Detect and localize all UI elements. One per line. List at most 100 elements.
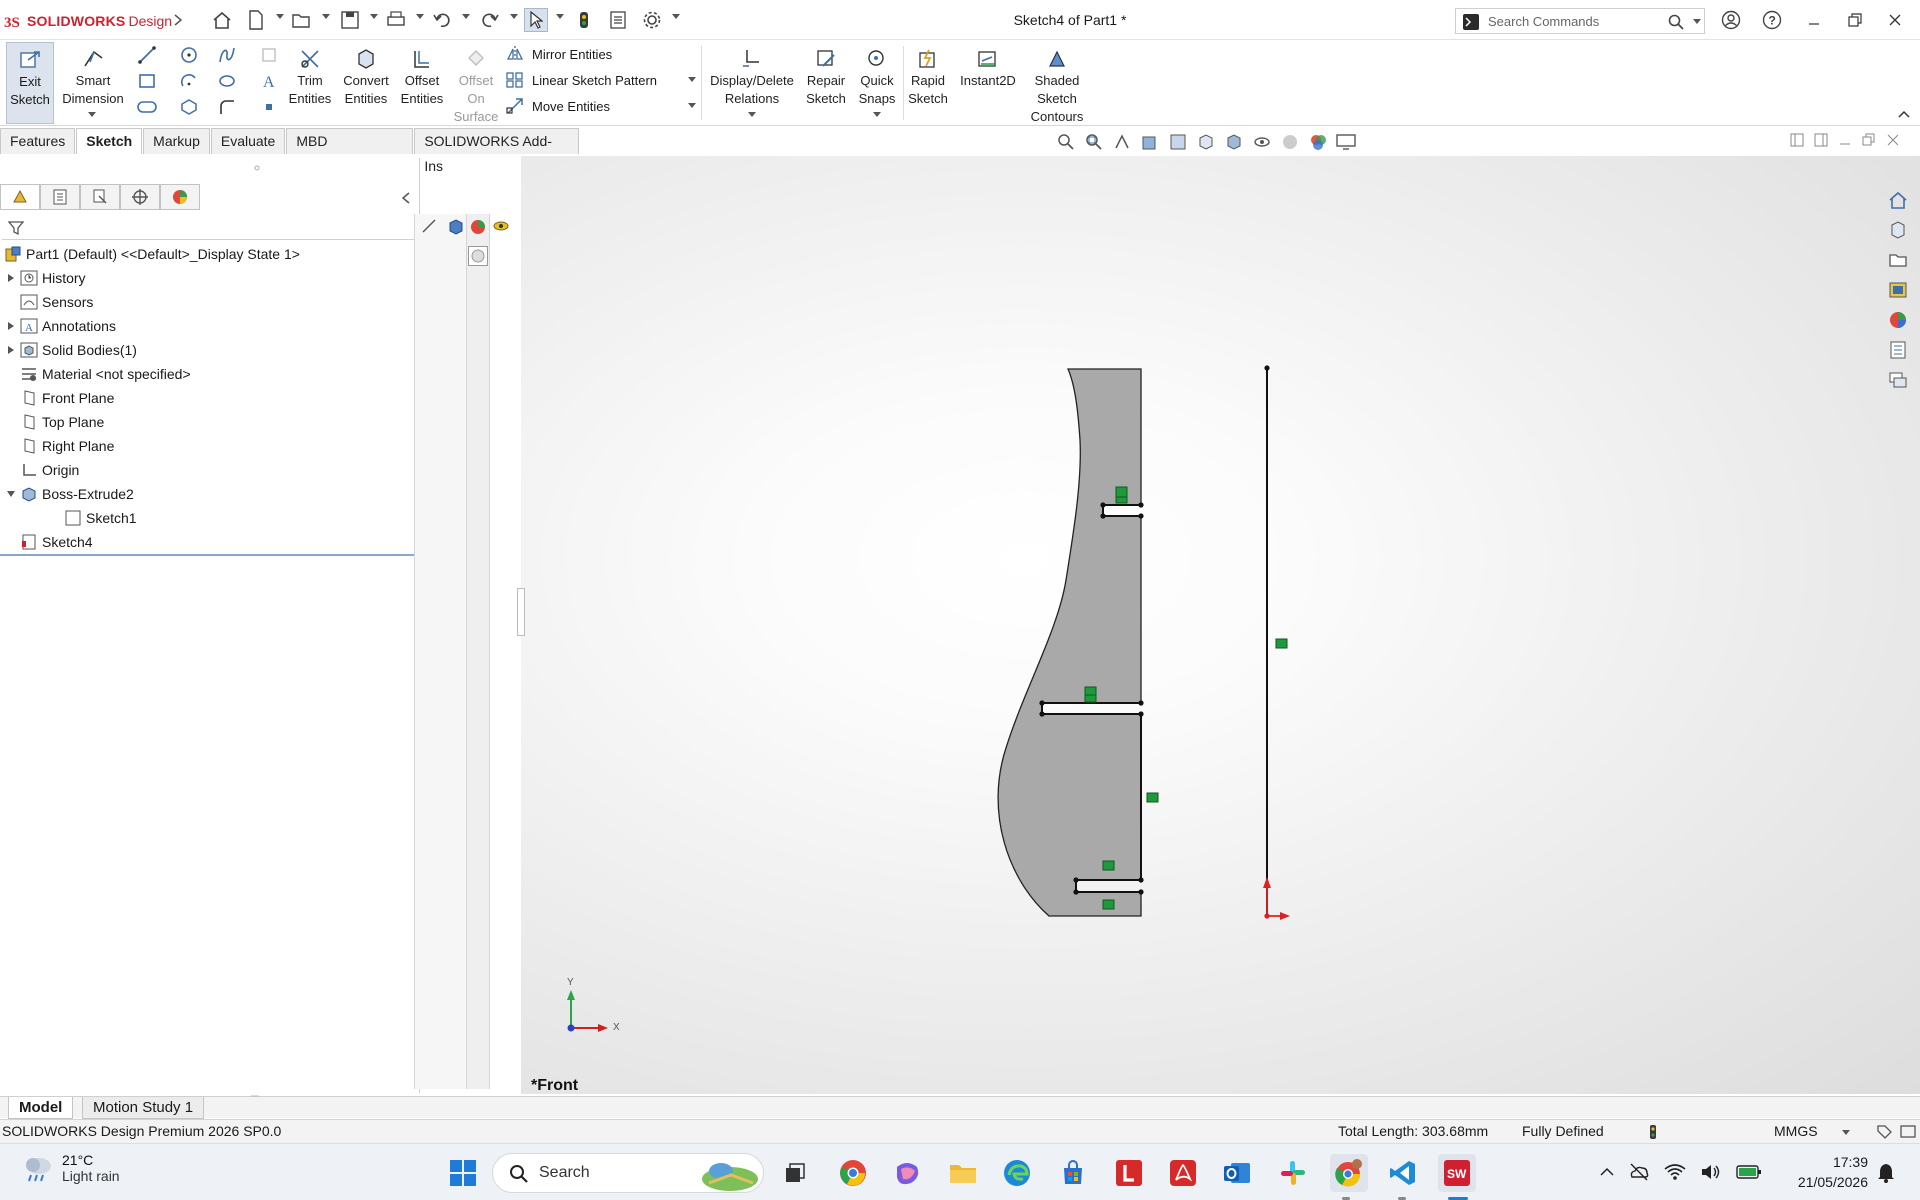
tag-icon[interactable]	[1876, 1124, 1892, 1140]
sketch-origin-icon[interactable]	[1263, 877, 1290, 920]
undo-dropdown-icon[interactable]	[462, 14, 470, 22]
rollback-bar[interactable]	[0, 554, 414, 556]
fillet-icon[interactable]	[216, 96, 238, 118]
microsoft-store-icon[interactable]	[1054, 1154, 1092, 1192]
slot-bottom[interactable]	[1075, 879, 1141, 893]
tree-node[interactable]: Sensors	[0, 290, 412, 314]
slack-icon[interactable]	[1274, 1154, 1312, 1192]
view-settings-icon[interactable]	[1335, 131, 1357, 153]
configuration-manager-tab-icon[interactable]	[80, 184, 120, 210]
search-icon[interactable]	[1668, 14, 1684, 30]
new-document-icon[interactable]	[244, 8, 268, 32]
dynamic-annotation-icon[interactable]	[1167, 131, 1189, 153]
minimize-icon[interactable]	[1797, 6, 1831, 34]
notifications-bell-icon[interactable]	[1876, 1162, 1896, 1184]
collapse-panel-icon[interactable]	[396, 188, 416, 208]
show-hidden-icons-icon[interactable]	[1600, 1167, 1614, 1177]
restore-icon[interactable]	[1838, 6, 1872, 34]
taskbar-search-box[interactable]: Search	[492, 1153, 764, 1193]
appearance-column-icon[interactable]	[469, 218, 487, 236]
open-dropdown-icon[interactable]	[322, 14, 330, 22]
view-palette-icon[interactable]	[1884, 276, 1912, 304]
tile-left-icon[interactable]	[1790, 133, 1804, 147]
shaded-sketch-contours-button[interactable]: Shaded Sketch Contours	[1024, 42, 1090, 126]
solidworks-logo[interactable]: 3S SOLIDWORKS Design	[4, 10, 172, 32]
splitter-grip-icon[interactable]	[250, 1093, 260, 1099]
collapse-arrow-icon[interactable]	[4, 487, 18, 501]
units-dropdown-icon[interactable]	[1842, 1130, 1850, 1136]
display-delete-relations-button[interactable]: Display/Delete Relations	[706, 42, 798, 108]
hide-show-items-icon[interactable]	[1251, 131, 1273, 153]
offset-on-surface-button[interactable]: Offset On Surface	[452, 42, 500, 126]
start-button-icon[interactable]	[444, 1154, 482, 1192]
onedrive-off-icon[interactable]	[1628, 1162, 1650, 1182]
convert-entities-button[interactable]: Convert Entities	[338, 42, 394, 108]
property-manager-tab-icon[interactable]	[40, 184, 80, 210]
home-icon[interactable]	[210, 8, 234, 32]
custom-properties-icon[interactable]	[1884, 336, 1912, 364]
sketch-profile[interactable]	[997, 368, 1142, 917]
undo-icon[interactable]	[430, 8, 454, 32]
move-entities-button[interactable]: Move Entities	[506, 95, 610, 117]
tree-filter[interactable]	[2, 216, 416, 240]
quick-snaps-button[interactable]: Quick Snaps	[854, 42, 900, 108]
exit-sketch-button[interactable]: Exit Sketch	[6, 42, 54, 124]
offset-entities-button[interactable]: Offset Entities	[396, 42, 448, 108]
rebuild-status-icon[interactable]	[1649, 1124, 1657, 1140]
point-icon[interactable]	[258, 96, 280, 118]
panel-splitter-handle[interactable]	[517, 588, 525, 636]
tab-features[interactable]: Features	[0, 128, 76, 154]
weather-widget[interactable]: 21°C Light rain	[22, 1152, 120, 1184]
slot-middle[interactable]	[1041, 702, 1141, 715]
help-icon[interactable]: ?	[1755, 6, 1789, 34]
tree-node[interactable]: A Annotations	[0, 314, 412, 338]
rapid-sketch-button[interactable]: Rapid Sketch	[906, 42, 950, 108]
tree-node[interactable]: Top Plane	[0, 410, 434, 434]
solidworks-taskbar-icon[interactable]: SW	[1438, 1154, 1476, 1192]
ellipse-icon[interactable]	[216, 70, 238, 92]
display-manager-tab-icon[interactable]	[160, 184, 200, 210]
tab-evaluate[interactable]: Evaluate	[210, 128, 286, 154]
quick-snaps-dropdown-icon[interactable]	[873, 112, 881, 118]
task-view-icon[interactable]	[776, 1154, 814, 1192]
chrome-profile-icon[interactable]	[1330, 1154, 1368, 1192]
file-explorer-icon[interactable]	[1884, 246, 1912, 274]
search-dropdown-icon[interactable]	[1693, 19, 1701, 25]
chrome-icon[interactable]	[834, 1154, 872, 1192]
tree-node[interactable]: Sketch1	[0, 506, 437, 530]
red-l-app-icon[interactable]	[1110, 1154, 1148, 1192]
open-icon[interactable]	[290, 8, 314, 32]
viewport-minimize-icon[interactable]	[1838, 133, 1852, 147]
options-dropdown-icon[interactable]	[672, 14, 680, 22]
options-gear-icon[interactable]	[640, 8, 664, 32]
edge-icon[interactable]	[998, 1154, 1036, 1192]
collapse-ribbon-icon[interactable]	[1898, 110, 1910, 118]
quick-tips-icon[interactable]	[1900, 1124, 1916, 1140]
hide-show-tree-icon[interactable]	[421, 218, 437, 234]
tree-node[interactable]: Boss-Extrude2	[0, 482, 412, 506]
zoom-to-area-icon[interactable]	[1083, 131, 1105, 153]
smart-dimension-dropdown-icon[interactable]	[88, 112, 96, 118]
slot-top[interactable]	[1102, 504, 1141, 517]
outlook-icon[interactable]	[1218, 1154, 1256, 1192]
tree-node[interactable]: Front Plane	[0, 386, 434, 410]
tab-sketch[interactable]: Sketch	[76, 128, 143, 154]
print-icon[interactable]	[384, 8, 408, 32]
spline-icon[interactable]	[216, 44, 238, 66]
display-pane-eye-icon[interactable]	[492, 218, 510, 234]
account-icon[interactable]	[1714, 6, 1748, 34]
save-dropdown-icon[interactable]	[370, 14, 378, 22]
volume-icon[interactable]	[1700, 1163, 1722, 1181]
relations-dropdown-icon[interactable]	[748, 112, 756, 118]
section-view-icon[interactable]	[1139, 131, 1161, 153]
appearance-swatch[interactable]	[468, 246, 488, 266]
surface-spline-icon[interactable]	[258, 44, 280, 66]
solidworks-resources-icon[interactable]	[1884, 186, 1912, 214]
taskbar-clock[interactable]: 17:39 21/05/2026	[1778, 1152, 1868, 1192]
appearances-icon[interactable]	[1884, 306, 1912, 334]
design-library-icon[interactable]	[1884, 216, 1912, 244]
battery-icon[interactable]	[1736, 1164, 1762, 1180]
sketch-canvas[interactable]: Y X	[521, 156, 1920, 1094]
file-explorer-taskbar-icon[interactable]	[944, 1154, 982, 1192]
edit-appearance-icon[interactable]	[1279, 131, 1301, 153]
